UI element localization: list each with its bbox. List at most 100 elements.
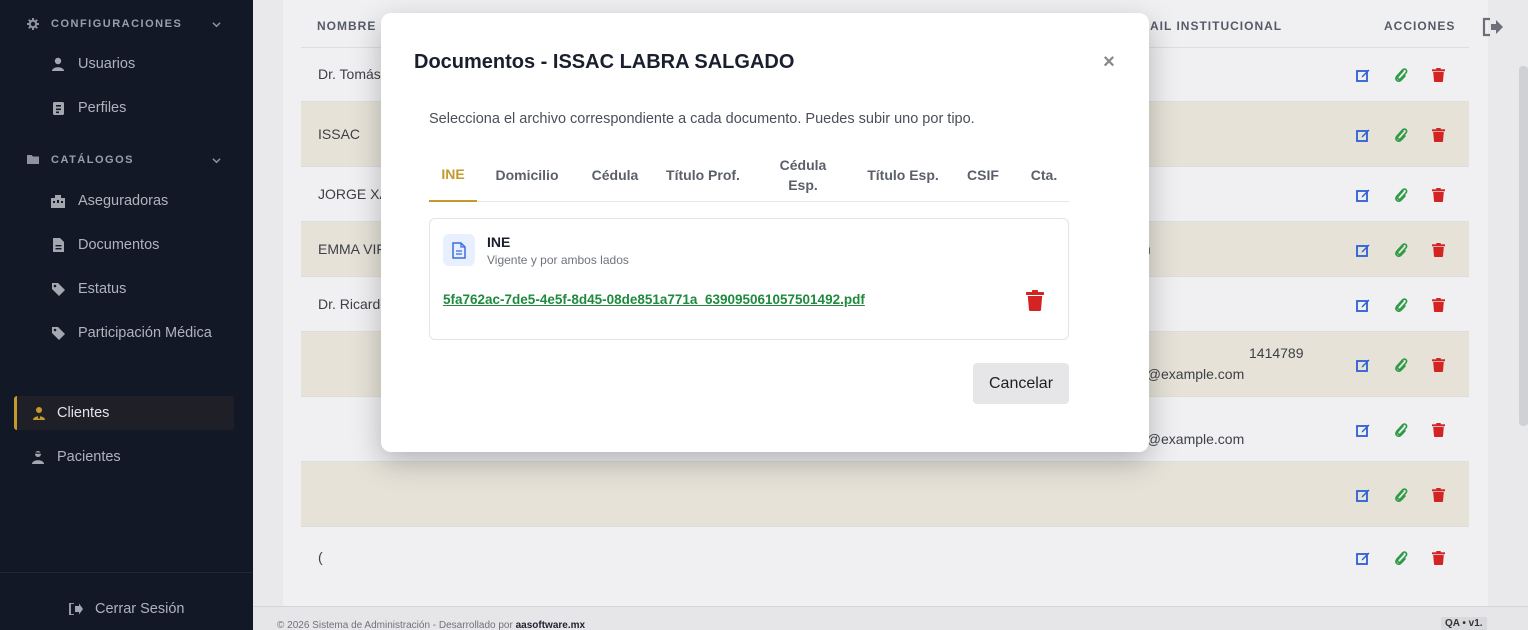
version-badge: QA • v1. (1441, 617, 1487, 630)
cell-nombre: Dr. Ricardo (318, 295, 389, 312)
section-catalogos[interactable]: CATÁLOGOS (0, 148, 253, 172)
trash-icon[interactable] (1432, 68, 1446, 82)
sidebar-item-perfiles[interactable]: Perfiles (0, 90, 253, 126)
sidebar-item-aseguradoras[interactable]: Aseguradoras (0, 183, 253, 219)
edit-icon[interactable] (1356, 551, 1370, 565)
cell-email-line2: 8@example.com (1139, 365, 1245, 382)
section-configuraciones[interactable]: CONFIGURACIONES (0, 12, 253, 36)
trash-icon[interactable] (1432, 357, 1446, 372)
document-card: INE Vigente y por ambos lados 5fa762ac-7… (429, 218, 1069, 340)
sign-out-icon (69, 602, 83, 616)
tab-cedula[interactable]: Cédula (581, 147, 649, 202)
id-card-icon (51, 101, 65, 115)
edit-icon[interactable] (1356, 188, 1370, 202)
edit-icon[interactable] (1356, 68, 1370, 82)
cell-phone: 1414789 (1249, 344, 1304, 361)
documents-modal: Documentos - ISSAC LABRA SALGADO × Selec… (381, 13, 1149, 452)
footer-brand[interactable]: aasoftware.mx (516, 620, 585, 630)
scrollbar[interactable] (1519, 66, 1528, 426)
sidebar-item-pacientes[interactable]: Pacientes (0, 439, 253, 475)
document-file-link[interactable]: 5fa762ac-7de5-4e5f-8d45-08de851a771a_639… (443, 292, 865, 307)
building-icon (51, 194, 65, 208)
file-icon (51, 238, 65, 252)
logout-button[interactable]: Cerrar Sesión (0, 591, 253, 627)
paperclip-icon[interactable] (1394, 68, 1408, 83)
paperclip-icon[interactable] (1394, 422, 1408, 437)
chevron-down-icon (212, 21, 221, 27)
cell-nombre: EMMA VIF (318, 240, 385, 257)
trash-icon[interactable] (1432, 187, 1446, 202)
exit-icon[interactable] (1482, 17, 1504, 37)
paperclip-icon[interactable] (1394, 487, 1408, 502)
cell-nombre: Dr. Tomás (318, 66, 381, 82)
footer-text: © 2026 Sistema de Administración - Desar… (277, 620, 586, 630)
file-icon (443, 234, 475, 266)
trash-icon[interactable] (1432, 242, 1446, 257)
sidebar-item-estatus[interactable]: Estatus (0, 271, 253, 307)
edit-icon[interactable] (1356, 128, 1370, 142)
tab-titulo-esp[interactable]: Título Esp. (863, 147, 943, 202)
sidebar-item-participacion-medica[interactable]: Participación Médica (0, 315, 253, 351)
sidebar-divider (0, 572, 253, 573)
paperclip-icon[interactable] (1394, 357, 1408, 372)
close-icon[interactable]: × (1100, 52, 1118, 72)
tab-cta[interactable]: Cta. (1015, 147, 1073, 202)
trash-icon[interactable] (1432, 487, 1446, 502)
sidebar-item-label: Documentos (78, 237, 160, 253)
tab-csif[interactable]: CSIF (955, 147, 1011, 202)
folder-icon (27, 154, 39, 166)
sidebar-item-usuarios[interactable]: Usuarios (0, 46, 253, 82)
document-name: INE (487, 234, 511, 250)
column-header-email[interactable]: AIL INSTITUCIONAL (1150, 19, 1282, 33)
sidebar-item-label: Participación Médica (78, 325, 212, 341)
section-label: CONFIGURACIONES (51, 18, 183, 30)
cell-nombre: ( (318, 549, 323, 565)
sidebar-item-label: Clientes (57, 405, 110, 421)
paperclip-icon[interactable] (1394, 242, 1408, 257)
paperclip-icon[interactable] (1394, 127, 1408, 142)
tag-icon (51, 282, 65, 296)
sidebar-item-label: Usuarios (78, 56, 136, 72)
footer: © 2026 Sistema de Administración - Desar… (253, 606, 1528, 630)
edit-icon[interactable] (1356, 488, 1370, 502)
sidebar: CONFIGURACIONES Usuarios Perfiles CATÁLO… (0, 0, 253, 630)
sidebar-item-label: Pacientes (57, 449, 121, 465)
user-icon (51, 57, 65, 71)
paperclip-icon[interactable] (1394, 551, 1408, 566)
paperclip-icon[interactable] (1394, 297, 1408, 312)
sidebar-item-label: Perfiles (78, 100, 127, 116)
tab-ine[interactable]: INE (429, 147, 477, 202)
cell-nombre: JORGE XA (318, 185, 389, 202)
tab-cedula-esp[interactable]: Cédula Esp. (763, 147, 843, 202)
trash-icon[interactable] (1432, 127, 1446, 142)
trash-icon[interactable] (1432, 551, 1446, 565)
gear-icon (27, 18, 39, 30)
edit-icon[interactable] (1356, 423, 1370, 437)
sidebar-item-clientes[interactable]: Clientes (14, 396, 234, 430)
tab-domicilio[interactable]: Domicilio (489, 147, 565, 202)
trash-icon[interactable] (1026, 290, 1044, 311)
column-header-acciones: ACCIONES (1384, 19, 1456, 33)
trash-icon[interactable] (1432, 422, 1446, 437)
modal-title: Documentos - ISSAC LABRA SALGADO (414, 51, 795, 73)
cell-email-line2: 2@example.com (1139, 430, 1245, 447)
column-header-nombre[interactable]: NOMBRE (317, 19, 376, 33)
edit-icon[interactable] (1356, 298, 1370, 312)
trash-icon[interactable] (1432, 297, 1446, 312)
tag-icon (51, 326, 65, 340)
sidebar-item-label: Aseguradoras (78, 193, 169, 209)
sidebar-item-documentos[interactable]: Documentos (0, 227, 253, 263)
paperclip-icon[interactable] (1394, 187, 1408, 202)
table-row[interactable]: ( (301, 526, 1469, 588)
modal-description: Selecciona el archivo correspondiente a … (429, 111, 975, 127)
logout-label: Cerrar Sesión (95, 601, 185, 617)
table-row[interactable] (301, 461, 1469, 526)
document-tabs: INE Domicilio Cédula Título Prof. Cédula… (429, 147, 1069, 202)
cell-nombre: ISSAC (318, 125, 361, 142)
sidebar-item-label: Estatus (78, 281, 127, 297)
cancel-button[interactable]: Cancelar (973, 363, 1069, 404)
edit-icon[interactable] (1356, 243, 1370, 257)
tab-titulo-prof[interactable]: Título Prof. (663, 147, 743, 202)
edit-icon[interactable] (1356, 358, 1370, 372)
document-hint: Vigente y por ambos lados (487, 253, 629, 267)
